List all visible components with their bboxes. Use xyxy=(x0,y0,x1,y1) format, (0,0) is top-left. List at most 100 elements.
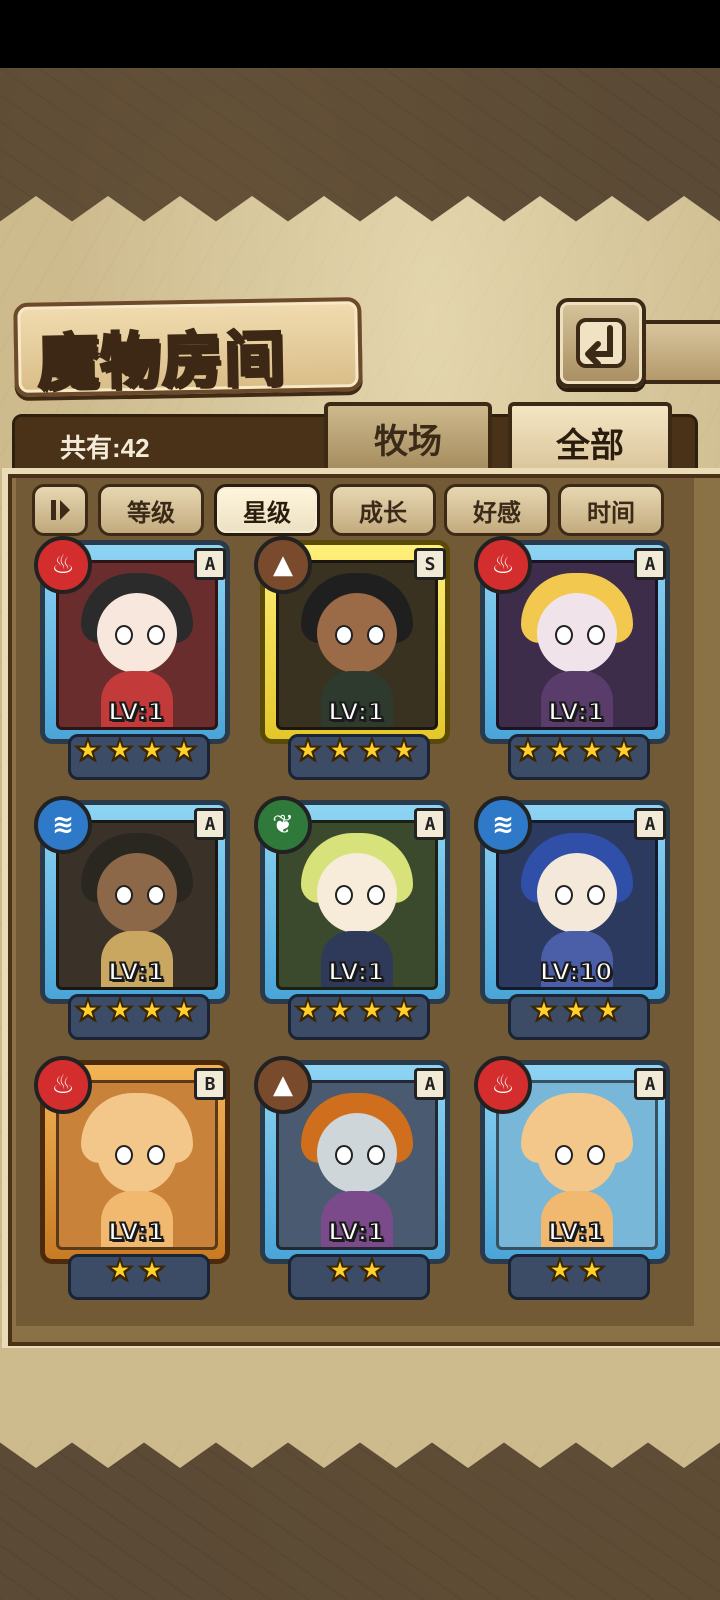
portrait-eye xyxy=(115,1145,133,1165)
monster-card[interactable]: A ≋ LV:10 ★ ★ ★ xyxy=(474,796,674,1040)
star-icon: ★ xyxy=(74,993,103,1028)
star-icon: ★ xyxy=(358,733,387,768)
fire-element-icon: ♨ xyxy=(34,536,92,594)
monster-card[interactable]: A ≋ LV:1 ★ ★ ★ ★ xyxy=(34,796,234,1040)
star-rating: ★ ★ xyxy=(258,1253,454,1292)
fire-element-icon: ♨ xyxy=(474,1056,532,1114)
page-title: 魔物房间 xyxy=(36,323,288,400)
rank-badge: A xyxy=(414,808,446,840)
portrait-eye xyxy=(367,885,385,905)
star-icon: ★ xyxy=(390,733,419,768)
rank-badge: A xyxy=(634,808,666,840)
star-icon: ★ xyxy=(326,733,355,768)
level-label: LV:1 xyxy=(327,697,385,727)
star-icon: ★ xyxy=(106,993,135,1028)
portrait-face xyxy=(97,1113,177,1193)
star-icon: ★ xyxy=(546,733,575,768)
portrait-face xyxy=(97,593,177,673)
level-label: LV:1 xyxy=(327,957,385,987)
water-element-icon: ≋ xyxy=(474,796,532,854)
star-icon: ★ xyxy=(106,1253,135,1288)
star-icon: ★ xyxy=(138,1253,167,1288)
portrait-eye xyxy=(335,625,353,645)
portrait-face xyxy=(317,853,397,933)
star-rating: ★ ★ ★ ★ xyxy=(478,733,674,772)
portrait-eye xyxy=(335,1145,353,1165)
star-rating: ★ ★ ★ ★ xyxy=(38,993,234,1032)
filter-level[interactable]: 等级 xyxy=(98,484,204,536)
portrait-eye xyxy=(335,885,353,905)
level-label: LV:1 xyxy=(107,697,165,727)
earth-element-icon: ▲ xyxy=(254,1056,312,1114)
earth-element-icon: ▲ xyxy=(254,536,312,594)
star-icon: ★ xyxy=(326,993,355,1028)
rank-badge: A xyxy=(194,548,226,580)
portrait-eye xyxy=(147,625,165,645)
portrait-eye xyxy=(587,885,605,905)
rank-badge: A xyxy=(634,548,666,580)
star-rating: ★ ★ ★ ★ xyxy=(258,993,454,1032)
back-button[interactable] xyxy=(556,298,646,388)
sort-toggle-icon xyxy=(51,500,70,520)
filter-star[interactable]: 星级 xyxy=(214,484,320,536)
rank-badge: A xyxy=(414,1068,446,1100)
monster-card[interactable]: A ♨ LV:1 ★ ★ xyxy=(474,1056,674,1300)
star-icon: ★ xyxy=(390,993,419,1028)
rank-badge: B xyxy=(194,1068,226,1100)
portrait-face xyxy=(317,1113,397,1193)
portrait-eye xyxy=(147,885,165,905)
title-plate: 魔物房间 xyxy=(13,296,363,400)
star-rating: ★ ★ ★ ★ xyxy=(258,733,454,772)
portrait-eye xyxy=(115,885,133,905)
star-icon: ★ xyxy=(514,733,543,768)
portrait-face xyxy=(537,1113,617,1193)
star-icon: ★ xyxy=(358,1253,387,1288)
portrait-face xyxy=(537,853,617,933)
star-icon: ★ xyxy=(326,1253,355,1288)
star-icon: ★ xyxy=(138,993,167,1028)
filter-growth[interactable]: 成长 xyxy=(330,484,436,536)
star-icon: ★ xyxy=(578,1253,607,1288)
star-icon: ★ xyxy=(594,993,623,1028)
portrait-eye xyxy=(555,1145,573,1165)
star-icon: ★ xyxy=(546,1253,575,1288)
portrait-eye xyxy=(367,625,385,645)
monster-card[interactable]: A ♨ LV:1 ★ ★ ★ ★ xyxy=(474,536,674,780)
star-rating: ★ ★ xyxy=(38,1253,234,1292)
water-element-icon: ≋ xyxy=(34,796,92,854)
level-label: LV:1 xyxy=(327,1217,385,1247)
fire-element-icon: ♨ xyxy=(34,1056,92,1114)
portrait-face xyxy=(537,593,617,673)
star-icon: ★ xyxy=(74,733,103,768)
star-rating: ★ ★ ★ xyxy=(478,993,674,1032)
portrait-eye xyxy=(367,1145,385,1165)
monster-card[interactable]: A ❦ LV:1 ★ ★ ★ ★ xyxy=(254,796,454,1040)
rank-badge: A xyxy=(194,808,226,840)
filter-time[interactable]: 时间 xyxy=(558,484,664,536)
portrait-eye xyxy=(587,1145,605,1165)
star-icon: ★ xyxy=(562,993,591,1028)
star-icon: ★ xyxy=(294,993,323,1028)
monster-card[interactable]: A ♨ LV:1 ★ ★ ★ ★ xyxy=(34,536,234,780)
fire-element-icon: ♨ xyxy=(474,536,532,594)
portrait-eye xyxy=(555,625,573,645)
filter-favor[interactable]: 好感 xyxy=(444,484,550,536)
tab-farm[interactable]: 牧场 xyxy=(324,402,492,470)
star-icon: ★ xyxy=(578,733,607,768)
star-icon: ★ xyxy=(294,733,323,768)
level-label: LV:10 xyxy=(539,957,613,987)
monster-card[interactable]: S ▲ LV:1 ★ ★ ★ ★ xyxy=(254,536,454,780)
tab-all[interactable]: 全部 xyxy=(508,402,672,478)
star-icon: ★ xyxy=(610,733,639,768)
star-rating: ★ ★ xyxy=(478,1253,674,1292)
star-icon: ★ xyxy=(106,733,135,768)
sort-toggle-button[interactable] xyxy=(32,484,88,536)
monster-card[interactable]: B ♨ LV:1 ★ ★ xyxy=(34,1056,234,1300)
level-label: LV:1 xyxy=(107,957,165,987)
portrait-eye xyxy=(115,625,133,645)
bottom-parchment xyxy=(0,1348,720,1442)
level-label: LV:1 xyxy=(547,697,605,727)
monster-card[interactable]: A ▲ LV:1 ★ ★ xyxy=(254,1056,454,1300)
star-icon: ★ xyxy=(530,993,559,1028)
star-icon: ★ xyxy=(170,993,199,1028)
